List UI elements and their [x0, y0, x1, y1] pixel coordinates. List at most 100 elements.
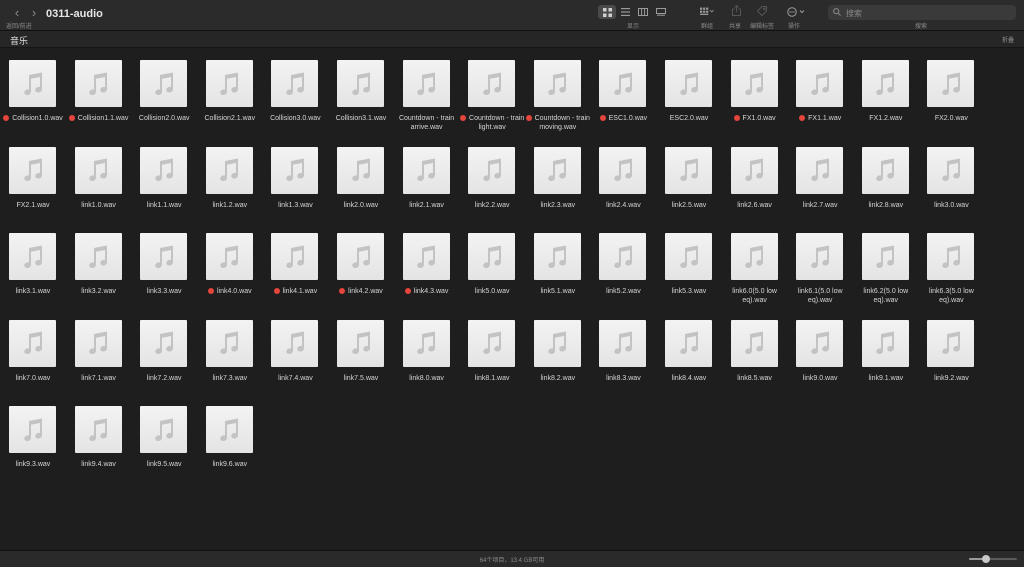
list-view-button[interactable] [616, 5, 634, 19]
audio-file-thumbnail [337, 146, 384, 194]
file-name: Collision2.1.wav [197, 114, 263, 123]
music-note-icon [286, 245, 304, 268]
file-name-text: link1.2.wav [212, 201, 248, 209]
file-name-text: link8.3.wav [606, 374, 641, 382]
music-note-icon [745, 158, 764, 182]
file-name: link9.3.wav [0, 460, 66, 469]
file-name: link4.2.wav [328, 287, 394, 296]
search-input[interactable] [844, 6, 1008, 20]
file-name: link5.2.wav [590, 287, 656, 296]
file-name: link3.1.wav [0, 287, 66, 296]
audio-file-thumbnail [205, 60, 253, 107]
music-note-icon [351, 331, 370, 355]
music-note-icon [89, 158, 108, 182]
file-name: link8.1.wav [459, 374, 525, 383]
file-name: link2.5.wav [656, 201, 722, 210]
file-name-text: link7.3.wav [212, 374, 248, 382]
audio-file-thumbnail [533, 319, 581, 367]
file-name-text: link2.0.wav [343, 201, 379, 209]
file-name-text: Collision1.0.wav [12, 115, 63, 122]
music-note-icon [23, 158, 42, 182]
music-note-icon [548, 245, 567, 268]
audio-file-thumbnail [861, 319, 909, 367]
music-note-icon [89, 418, 108, 441]
audio-file-thumbnail [74, 146, 122, 194]
audio-file-thumbnail [796, 233, 844, 280]
edit-tags-button[interactable] [755, 4, 769, 17]
audio-file-thumbnail [533, 60, 581, 107]
file-name-text: link3.1.wav [15, 288, 51, 295]
file-name: link2.7.wav [787, 201, 853, 210]
icon-view-button[interactable] [598, 5, 616, 19]
file-name: Collision1.1.wav [66, 114, 132, 123]
file-name: link6.0(5.0 low eq).wav [722, 287, 788, 305]
music-note-icon [942, 331, 960, 355]
slider-knob[interactable] [981, 555, 990, 563]
red-tag-dot [460, 114, 467, 121]
file-name-text: link9.0.wav [802, 374, 838, 382]
music-note-icon [745, 72, 764, 95]
collapse-button[interactable]: 折叠 [1002, 35, 1014, 44]
music-note-icon [810, 245, 829, 268]
music-note-icon [679, 158, 698, 182]
file-name: link3.2.wav [66, 287, 132, 296]
file-name: FX1.1.wav [787, 114, 853, 123]
audio-file-thumbnail [402, 319, 450, 367]
icon-size-slider[interactable] [969, 555, 1017, 563]
audio-file-thumbnail [271, 319, 319, 367]
back-button[interactable]: ‹ [10, 6, 24, 20]
file-name: link1.0.wav [66, 201, 132, 210]
action-button[interactable] [786, 5, 806, 18]
back-forward-label: 返回/前进 [6, 24, 32, 30]
share-button[interactable] [729, 4, 743, 17]
file-name-text: link9.2.wav [934, 374, 969, 382]
toolbar: ‹ › 返回/前进 0311-audio 显示 群组 共享 编辑标签 操作 搜索 [0, 0, 1024, 31]
file-name: link7.3.wav [197, 374, 263, 383]
file-name-text: Countdown - train moving.wav [534, 115, 590, 131]
file-name: FX2.1.wav [0, 201, 66, 210]
file-name: Collision3.1.wav [328, 114, 394, 123]
file-name: link2.3.wav [525, 201, 591, 210]
column-view-button[interactable] [634, 5, 652, 19]
file-name-text: link4.1.wav [282, 288, 318, 295]
music-note-icon [482, 331, 501, 355]
file-name: link9.6.wav [197, 460, 263, 469]
group-label: 群组 [701, 24, 714, 30]
forward-button[interactable]: › [27, 6, 41, 20]
share-icon [731, 5, 741, 16]
grid-icon [602, 7, 612, 17]
audio-file-thumbnail [730, 146, 778, 194]
gallery-view-button[interactable] [652, 5, 670, 19]
music-note-icon [810, 72, 829, 95]
audio-file-thumbnail [74, 319, 122, 367]
file-name-text: link5.0.wav [474, 288, 510, 295]
file-name-text: link5.3.wav [671, 288, 707, 295]
file-name-text: link2.4.wav [606, 201, 641, 209]
music-note-icon [154, 331, 173, 355]
tag-icon [757, 5, 767, 16]
file-name: link7.4.wav [262, 374, 328, 383]
file-name-text: link2.5.wav [671, 201, 707, 209]
file-name: link2.2.wav [459, 201, 525, 210]
audio-file-thumbnail [271, 60, 319, 107]
file-name: FX1.0.wav [722, 114, 788, 123]
file-name-text: link7.5.wav [343, 374, 379, 382]
file-name: link2.4.wav [590, 201, 656, 210]
audio-file-thumbnail [9, 146, 56, 194]
music-note-icon [548, 331, 567, 355]
file-name-text: link2.8.wav [868, 201, 904, 209]
music-note-icon [810, 158, 829, 182]
file-name: ESC2.0.wav [656, 114, 722, 123]
music-note-icon [614, 158, 632, 182]
group-button[interactable] [700, 5, 714, 18]
audio-file-thumbnail [927, 146, 975, 194]
music-note-icon [614, 72, 632, 95]
columns-icon [638, 8, 648, 16]
audio-file-thumbnail [140, 319, 188, 367]
file-name: link9.4.wav [66, 460, 132, 469]
music-note-icon [876, 245, 895, 268]
audio-file-thumbnail [927, 233, 975, 280]
file-name-text: link3.3.wav [146, 288, 182, 295]
file-name: link6.2(5.0 low eq).wav [853, 287, 919, 305]
status-bar: 64个项目，13.4 GB可用 [0, 550, 1024, 567]
